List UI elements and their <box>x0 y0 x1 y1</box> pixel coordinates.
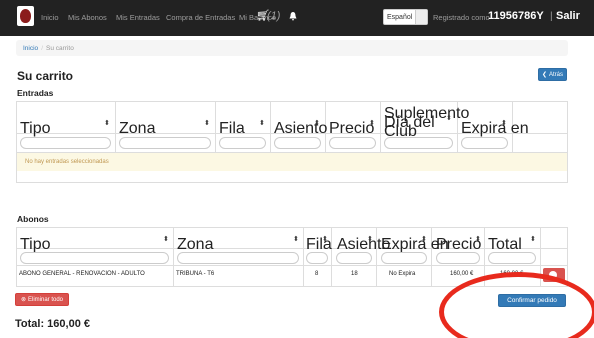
filter-fila-input[interactable] <box>219 137 266 149</box>
sort-icon[interactable]: ⬍ <box>501 119 507 127</box>
filter-zona-input[interactable] <box>119 137 211 149</box>
breadcrumb: Inicio / Su carrito <box>16 40 568 56</box>
abono-row-total: 160,00 € <box>500 271 524 277</box>
language-value: Español <box>387 13 413 21</box>
back-button[interactable]: ❮ Atrás <box>538 68 567 81</box>
user-id: 11956786Y <box>488 10 544 22</box>
abono-row-fila: 8 <box>315 271 319 277</box>
filter-precio-input[interactable] <box>329 137 376 149</box>
filter-total-input[interactable] <box>488 252 536 264</box>
filter-precio-input[interactable] <box>436 252 480 264</box>
abonos-header-zona[interactable]: Zona <box>177 236 213 334</box>
clear-all-label: Eliminar todo <box>28 296 64 303</box>
filter-tipo-input[interactable] <box>20 137 111 149</box>
order-total: Total: 160,00 € <box>15 318 90 330</box>
filter-expira-input[interactable] <box>461 137 508 149</box>
back-button-label: Atrás <box>549 71 564 78</box>
abono-row-zona: TRIBUNA - T6 <box>176 271 215 277</box>
page-title: Su carrito <box>17 69 74 83</box>
language-select[interactable]: Español <box>383 9 428 25</box>
registered-label: Registrado como <box>433 13 490 22</box>
remove-circle-icon: ⊗ <box>20 297 26 303</box>
entradas-title: Entradas <box>17 88 54 98</box>
nav-link-mis-entradas[interactable]: Mis Entradas <box>116 13 160 22</box>
sort-icon[interactable]: ⬍ <box>530 235 536 243</box>
sort-icon[interactable]: ⬍ <box>421 235 427 243</box>
abono-row-asiento: 18 <box>351 271 358 277</box>
abonos-title: Abonos <box>17 214 49 224</box>
navbar-separator: | <box>550 11 553 22</box>
confirm-order-button[interactable]: Confirmar pedido <box>498 294 566 307</box>
sort-icon[interactable]: ⬍ <box>446 114 452 122</box>
nav-link-compra-entradas[interactable]: Compra de Entradas <box>166 13 235 22</box>
breadcrumb-home[interactable]: Inicio <box>23 45 38 52</box>
chevron-down-icon <box>415 10 427 24</box>
sort-icon[interactable]: ⬍ <box>163 235 169 243</box>
logout-link[interactable]: Salir <box>556 10 580 22</box>
abonos-header-fila[interactable]: Fila <box>306 236 332 334</box>
sort-icon[interactable]: ⬍ <box>475 235 481 243</box>
sort-icon[interactable]: ⬍ <box>204 119 210 127</box>
nav-link-mis-abonos[interactable]: Mis Abonos <box>68 13 107 22</box>
entradas-empty-message: No hay entradas seleccionadas <box>17 152 567 171</box>
sort-icon[interactable]: ⬍ <box>104 119 110 127</box>
abono-row-expira: No Expira <box>389 271 416 277</box>
sort-icon[interactable]: ⬍ <box>293 235 299 243</box>
filter-tipo-input[interactable] <box>20 252 169 264</box>
clear-all-button[interactable]: ⊗ Eliminar todo <box>15 293 69 306</box>
club-logo[interactable] <box>17 6 34 26</box>
filter-expira-input[interactable] <box>381 252 427 264</box>
filter-suplemento-input[interactable] <box>384 137 453 149</box>
remove-icon <box>549 271 557 279</box>
cart-count[interactable]: (1) <box>267 10 280 22</box>
filter-asiento-input[interactable] <box>274 137 321 149</box>
sort-icon[interactable]: ⬍ <box>259 119 265 127</box>
sort-icon[interactable]: ⬍ <box>314 119 320 127</box>
abonos-header-total[interactable]: Total <box>488 236 522 334</box>
breadcrumb-separator: / <box>41 44 43 52</box>
abono-row-precio: 160,00 € <box>450 271 474 277</box>
bell-icon[interactable] <box>289 12 297 21</box>
top-navbar: Inicio Mis Abonos Mis Entradas Compra de… <box>0 0 594 36</box>
sort-icon[interactable]: ⬍ <box>322 235 328 243</box>
filter-fila-input[interactable] <box>306 252 328 264</box>
filter-asiento-input[interactable] <box>336 252 372 264</box>
chevron-left-icon: ❮ <box>541 72 547 78</box>
filter-zona-input[interactable] <box>177 252 299 264</box>
abonos-header-precio[interactable]: Precio <box>436 236 481 334</box>
crest-icon <box>20 9 31 23</box>
nav-link-inicio[interactable]: Inicio <box>41 13 59 22</box>
sort-icon[interactable]: ⬍ <box>369 119 375 127</box>
breadcrumb-current: Su carrito <box>46 44 74 52</box>
sort-icon[interactable]: ⬍ <box>367 235 373 243</box>
abono-row-tipo: ABONO GENERAL - RENOVACION - ADULTO <box>19 271 145 277</box>
